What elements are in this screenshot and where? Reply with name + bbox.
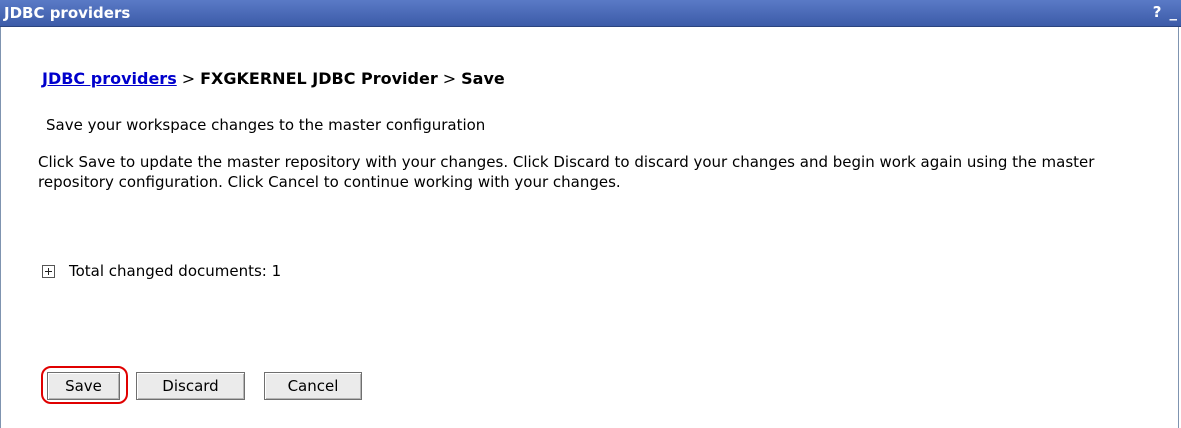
breadcrumb-separator: > <box>442 69 457 88</box>
breadcrumb: JDBC providers > FXGKERNEL JDBC Provider > S… <box>42 69 505 88</box>
breadcrumb-link-jdbc-providers[interactable]: JDBC providers <box>42 69 177 88</box>
breadcrumb-current: Save <box>461 69 505 88</box>
title-icons: ? _ <box>1153 3 1177 21</box>
expand-plus-icon[interactable] <box>42 264 55 278</box>
title-text: JDBC providers <box>4 4 131 22</box>
cancel-button[interactable]: Cancel <box>264 372 362 400</box>
changed-documents-row: Total changed documents: 1 <box>42 262 281 280</box>
breadcrumb-provider: FXGKERNEL JDBC Provider <box>200 69 438 88</box>
title-bar: JDBC providers ? _ <box>0 0 1181 27</box>
page-subtitle: Save your workspace changes to the maste… <box>46 116 486 134</box>
help-icon[interactable]: ? <box>1153 3 1162 21</box>
breadcrumb-separator: > <box>181 69 196 88</box>
description-text: Click Save to update the master reposito… <box>38 153 1095 191</box>
changed-documents-label: Total changed documents: 1 <box>69 262 282 280</box>
portlet-panel <box>0 0 1179 428</box>
discard-button[interactable]: Discard <box>136 372 245 400</box>
minimize-icon[interactable]: _ <box>1170 3 1178 21</box>
save-button[interactable]: Save <box>47 372 120 400</box>
button-bar: Save Discard Cancel <box>47 372 362 400</box>
